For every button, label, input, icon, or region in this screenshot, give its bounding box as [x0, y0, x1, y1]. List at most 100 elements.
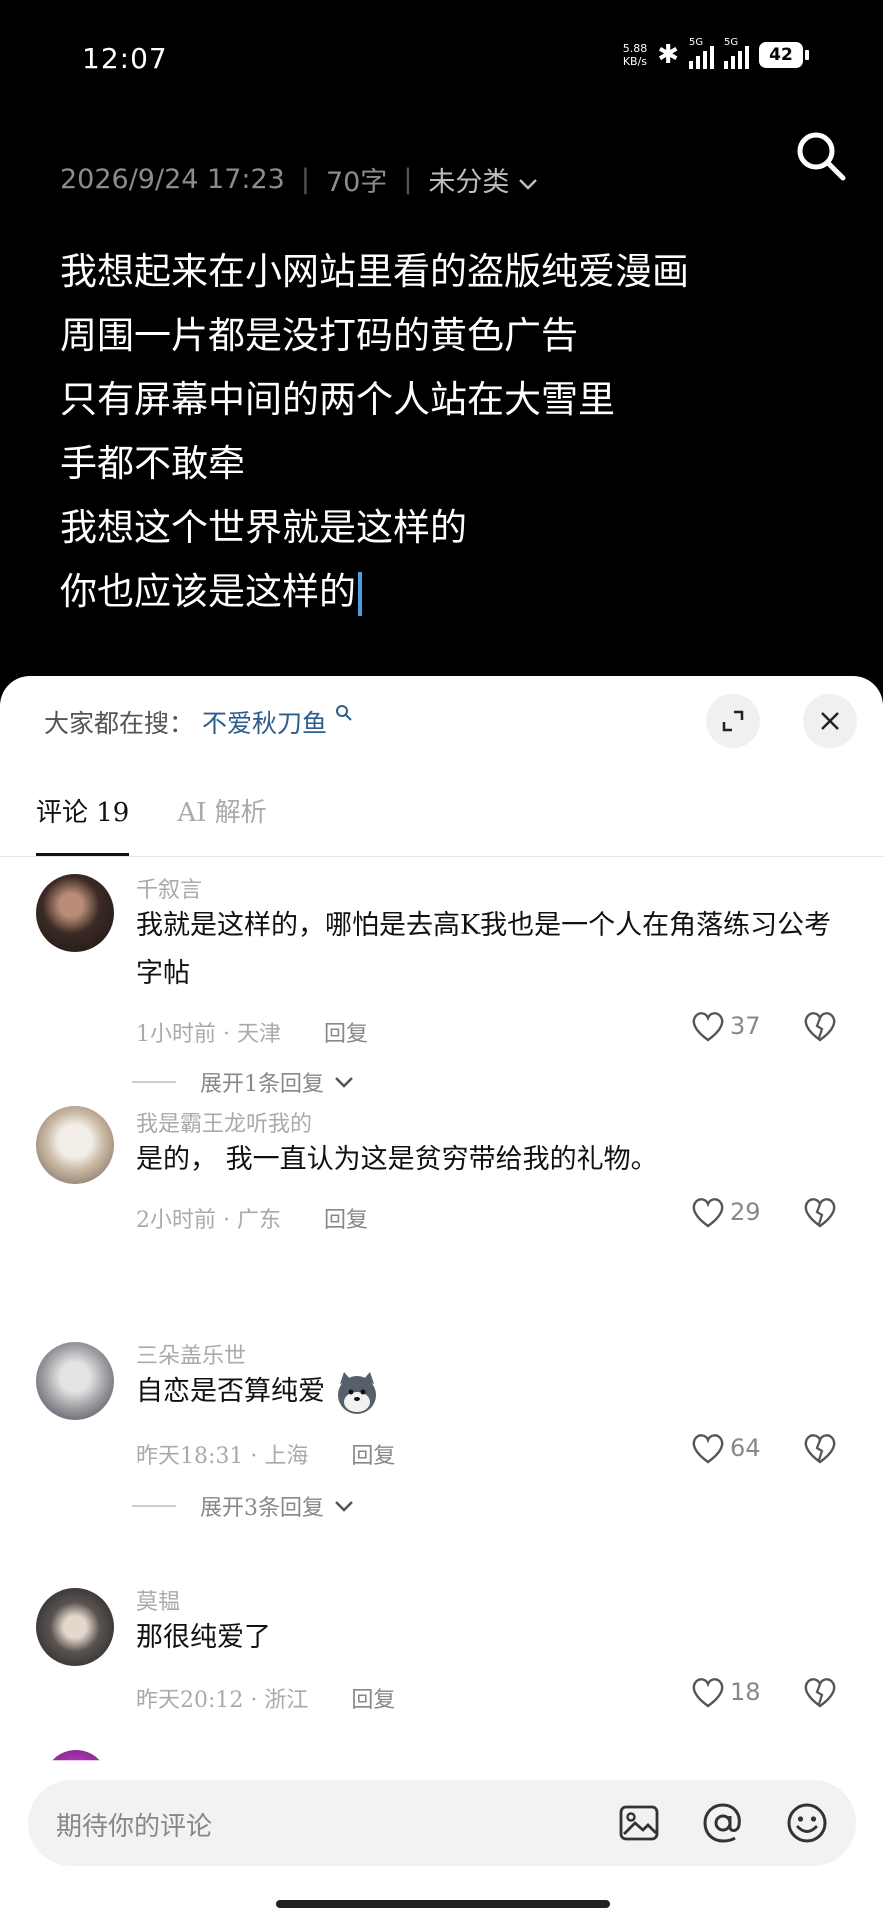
note-line: 只有屏幕中间的两个人站在大雪里	[60, 378, 615, 421]
expand-button[interactable]	[706, 694, 760, 748]
expand-replies-button[interactable]: 展开1条回复	[132, 1066, 354, 1098]
comment-location: 天津	[236, 1022, 281, 1047]
expand-icon	[722, 710, 744, 732]
avatar[interactable]	[36, 1588, 114, 1666]
note-content[interactable]: 我想起来在小网站里看的盗版纯爱漫画 周围一片都是没打码的黄色广告 只有屏幕中间的…	[60, 240, 689, 624]
net-speed-value: 5.88	[622, 42, 648, 55]
heart-icon	[692, 1678, 724, 1708]
chevron-down-icon	[335, 1077, 353, 1088]
category-label: 未分类	[428, 167, 510, 198]
like-button[interactable]: 18	[690, 1676, 761, 1708]
heart-icon	[692, 1012, 724, 1042]
comment-author[interactable]: 我是霸王龙听我的	[136, 1106, 312, 1138]
home-indicator[interactable]	[276, 1900, 610, 1908]
category-selector[interactable]: 未分类	[428, 160, 538, 199]
emoji-icon[interactable]	[784, 1800, 830, 1846]
comment-text: 是的， 我一直认为这是贫穷带给我的礼物。	[136, 1144, 658, 1175]
comment-time: 昨天18:31	[136, 1444, 244, 1469]
status-time: 12:07	[82, 42, 168, 75]
hot-search-bar[interactable]: 大家都在搜： 不爱秋刀鱼	[44, 704, 353, 740]
battery-icon: 42	[759, 42, 809, 68]
heart-icon	[692, 1198, 724, 1228]
like-count: 18	[730, 1678, 761, 1706]
comment-sheet: 大家都在搜： 不爱秋刀鱼 评论 19 AI 解析 千叙言 我就是这样的，哪怕是去…	[0, 676, 883, 1920]
comment-tabs: 评论 19 AI 解析	[36, 792, 267, 857]
close-button[interactable]	[803, 694, 857, 748]
mention-icon[interactable]	[700, 1800, 746, 1846]
search-icon[interactable]	[793, 128, 849, 184]
comment-author[interactable]: 三朵盖乐世	[136, 1338, 246, 1370]
dislike-button[interactable]	[802, 1010, 838, 1046]
avatar[interactable]	[36, 1106, 114, 1184]
like-count: 64	[730, 1434, 761, 1462]
like-button[interactable]: 29	[690, 1196, 761, 1228]
note-line: 我想这个世界就是这样的	[60, 506, 467, 549]
comment-text-row: 自恋是否算纯爱	[136, 1368, 846, 1416]
hot-search-keyword[interactable]: 不爱秋刀鱼	[202, 709, 327, 738]
chevron-down-icon	[519, 178, 537, 190]
broken-heart-icon	[804, 1012, 836, 1042]
comment-location: 浙江	[264, 1688, 309, 1713]
status-bar: 12:07 5.88 KB/s ✱ 5G 5G 42	[0, 0, 883, 120]
note-line: 你也应该是这样的	[60, 570, 356, 613]
signal-icon: 5G	[689, 37, 714, 69]
comment-meta: 2小时前 · 广东 回复	[136, 1208, 369, 1233]
tab-divider	[0, 856, 883, 857]
note-line: 我想起来在小网站里看的盗版纯爱漫画	[60, 250, 689, 293]
dislike-button[interactable]	[802, 1432, 838, 1468]
divider-line	[132, 1505, 176, 1507]
dislike-button[interactable]	[802, 1676, 838, 1712]
comment-meta: 昨天20:12 · 浙江 回复	[136, 1688, 396, 1713]
divider-line	[132, 1081, 176, 1083]
comment-input-bar[interactable]: 期待你的评论	[28, 1780, 856, 1866]
hot-search-label: 大家都在搜：	[44, 709, 195, 738]
comment-author[interactable]: 千叙言	[136, 872, 202, 904]
signal-icon-2: 5G	[724, 37, 749, 69]
comment-text: 那很纯爱了	[136, 1622, 271, 1653]
comment-location: 广东	[236, 1208, 281, 1233]
reply-button[interactable]: 回复	[351, 1444, 395, 1469]
chevron-down-icon	[335, 1501, 353, 1512]
text-cursor	[358, 571, 362, 616]
comment-author[interactable]: 莫韫	[136, 1584, 180, 1616]
meta-divider: |	[403, 164, 413, 195]
like-count: 29	[730, 1198, 761, 1226]
search-icon	[335, 705, 352, 721]
comment-text: 自恋是否算纯爱	[136, 1376, 325, 1407]
reply-button[interactable]: 回复	[324, 1208, 368, 1233]
comment-input-placeholder[interactable]: 期待你的评论	[56, 1806, 212, 1843]
note-word-count: 70字	[325, 167, 388, 198]
net-speed-unit: KB/s	[622, 55, 648, 68]
comment-time: 2小时前	[136, 1208, 216, 1233]
broken-heart-icon	[804, 1678, 836, 1708]
tab-comments[interactable]: 评论 19	[36, 792, 130, 857]
avatar[interactable]	[36, 874, 114, 952]
like-button[interactable]: 64	[690, 1432, 761, 1464]
note-line: 手都不敢牵	[60, 442, 245, 485]
comment-time: 1小时前	[136, 1022, 216, 1047]
comment-time: 昨天20:12	[136, 1688, 244, 1713]
close-icon	[821, 712, 839, 730]
signal-5g-label: 5G	[689, 37, 704, 48]
status-indicators: 5.88 KB/s ✱ 5G 5G 42	[623, 37, 809, 70]
avatar[interactable]	[36, 1342, 114, 1420]
signal-5g-label-2: 5G	[724, 37, 739, 48]
expand-replies-label: 展开1条回复	[200, 1072, 324, 1097]
bluetooth-icon: ✱	[657, 40, 679, 70]
reply-button[interactable]: 回复	[351, 1688, 395, 1713]
net-speed: 5.88 KB/s	[623, 42, 648, 68]
note-line: 周围一片都是没打码的黄色广告	[60, 314, 578, 357]
expand-replies-button[interactable]: 展开3条回复	[132, 1490, 354, 1522]
note-line-last: 你也应该是这样的	[60, 560, 689, 624]
comment-location: 上海	[264, 1444, 309, 1469]
comment-meta: 1小时前 · 天津 回复	[136, 1022, 369, 1047]
dislike-button[interactable]	[802, 1196, 838, 1232]
tab-ai-analysis[interactable]: AI 解析	[177, 792, 266, 857]
heart-icon	[692, 1434, 724, 1464]
image-icon[interactable]	[616, 1800, 662, 1846]
like-button[interactable]: 37	[690, 1010, 761, 1042]
meta-divider: |	[300, 164, 310, 195]
reply-button[interactable]: 回复	[324, 1022, 368, 1047]
note-meta: 2026/9/24 17:23 | 70字 | 未分类	[60, 160, 538, 199]
comment-meta: 昨天18:31 · 上海 回复	[136, 1444, 396, 1469]
